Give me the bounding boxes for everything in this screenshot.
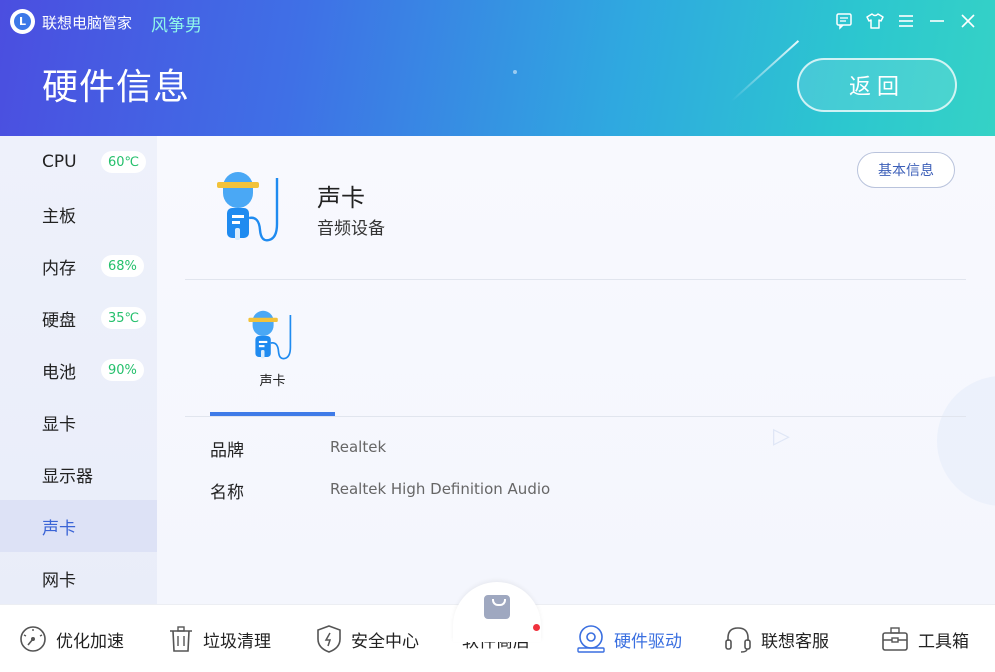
hardware-sidebar: CPU 60℃ 主板 内存 68% 硬盘 35℃ 电池 90% 显卡 显示器 声… xyxy=(0,136,157,604)
nav-label: 联想客服 xyxy=(761,631,829,652)
disk-icon xyxy=(577,625,605,653)
battery-badge: 90% xyxy=(101,359,144,381)
sidebar-item-label: 显卡 xyxy=(42,414,76,435)
sidebar-item-label: 网卡 xyxy=(42,570,76,591)
sidebar-item-label: 内存 xyxy=(42,258,76,279)
device-category: 音频设备 xyxy=(317,219,385,239)
tab-sound-card[interactable]: 声卡 xyxy=(210,298,335,418)
shopping-bag-icon[interactable] xyxy=(484,595,510,619)
device-detail-panel: ▷ 声卡 音频设备 基本信息 声卡 品牌 Realtek 名称 Realtek … xyxy=(157,136,995,604)
toolbox-icon xyxy=(882,627,908,651)
nav-toolbox[interactable]: 工具箱 xyxy=(880,623,969,655)
nav-label: 垃圾清理 xyxy=(203,631,271,652)
back-button[interactable]: 返回 xyxy=(797,58,957,112)
app-title: 联想电脑管家 xyxy=(42,14,133,32)
nav-label: 硬件驱动 xyxy=(614,631,682,652)
skin-icon[interactable] xyxy=(859,10,890,32)
skin-name[interactable]: 风筝男 xyxy=(151,11,202,36)
trash-icon xyxy=(170,626,192,652)
info-value: Realtek xyxy=(330,438,387,456)
decorative-streak xyxy=(730,40,800,102)
decorative-circle xyxy=(937,376,995,506)
sidebar-item-sound-card[interactable]: 声卡 xyxy=(0,500,157,552)
temperature-badge: 60℃ xyxy=(101,151,147,173)
temperature-badge: 35℃ xyxy=(101,307,147,329)
headset-icon xyxy=(725,627,751,653)
usage-badge: 68% xyxy=(101,255,144,277)
minimize-icon[interactable] xyxy=(921,10,952,32)
nav-cleanup[interactable]: 垃圾清理 xyxy=(167,623,271,655)
nav-security[interactable]: 安全中心 xyxy=(315,623,419,655)
close-icon[interactable] xyxy=(952,10,983,32)
nav-label: 工具箱 xyxy=(918,631,969,652)
nav-optimize[interactable]: 优化加速 xyxy=(18,623,124,655)
info-row-brand: 品牌 Realtek xyxy=(210,436,386,461)
shield-icon xyxy=(317,625,341,653)
microphone-icon xyxy=(247,306,303,370)
sidebar-item-monitor[interactable]: 显示器 xyxy=(0,448,157,500)
info-row-name: 名称 Realtek High Definition Audio xyxy=(210,478,550,503)
tab-label: 声卡 xyxy=(259,374,286,389)
app-logo-icon: L xyxy=(10,9,35,34)
device-name: 声卡 xyxy=(317,184,365,212)
divider xyxy=(185,279,966,280)
info-label: 品牌 xyxy=(210,441,244,461)
sidebar-item-cpu[interactable]: CPU 60℃ xyxy=(0,136,157,188)
nav-label: 安全中心 xyxy=(351,631,419,652)
sidebar-item-label: 主板 xyxy=(42,206,76,227)
sidebar-item-label: 声卡 xyxy=(42,518,76,539)
microphone-icon xyxy=(215,168,295,252)
nav-label: 优化加速 xyxy=(56,631,124,652)
sidebar-item-label: 显示器 xyxy=(42,466,93,487)
decorative-play-icon: ▷ xyxy=(773,424,790,449)
window-controls xyxy=(828,10,983,32)
sidebar-item-label: 硬盘 xyxy=(42,310,76,331)
info-value: Realtek High Definition Audio xyxy=(330,480,551,498)
sidebar-item-network-card[interactable]: 网卡 xyxy=(0,552,157,604)
nav-hardware-driver[interactable]: 硬件驱动 xyxy=(576,623,682,655)
sidebar-item-label: CPU xyxy=(42,152,77,172)
notification-dot xyxy=(533,624,540,631)
sidebar-item-graphics-card[interactable]: 显卡 xyxy=(0,396,157,448)
sidebar-item-memory[interactable]: 内存 68% xyxy=(0,240,157,292)
sidebar-item-battery[interactable]: 电池 90% xyxy=(0,344,157,396)
decorative-dot xyxy=(513,70,517,74)
sidebar-item-disk[interactable]: 硬盘 35℃ xyxy=(0,292,157,344)
page-title: 硬件信息 xyxy=(42,67,191,108)
title-bar: L 联想电脑管家 风筝男 硬件信息 返回 xyxy=(0,0,995,136)
nav-customer-service[interactable]: 联想客服 xyxy=(723,623,829,655)
feedback-icon[interactable] xyxy=(828,10,859,32)
speedometer-icon xyxy=(20,626,46,652)
sidebar-item-motherboard[interactable]: 主板 xyxy=(0,188,157,240)
sidebar-item-label: 电池 xyxy=(42,362,76,383)
basic-info-button[interactable]: 基本信息 xyxy=(857,152,955,188)
menu-icon[interactable] xyxy=(890,10,921,32)
info-label: 名称 xyxy=(210,483,244,503)
divider xyxy=(185,416,966,417)
